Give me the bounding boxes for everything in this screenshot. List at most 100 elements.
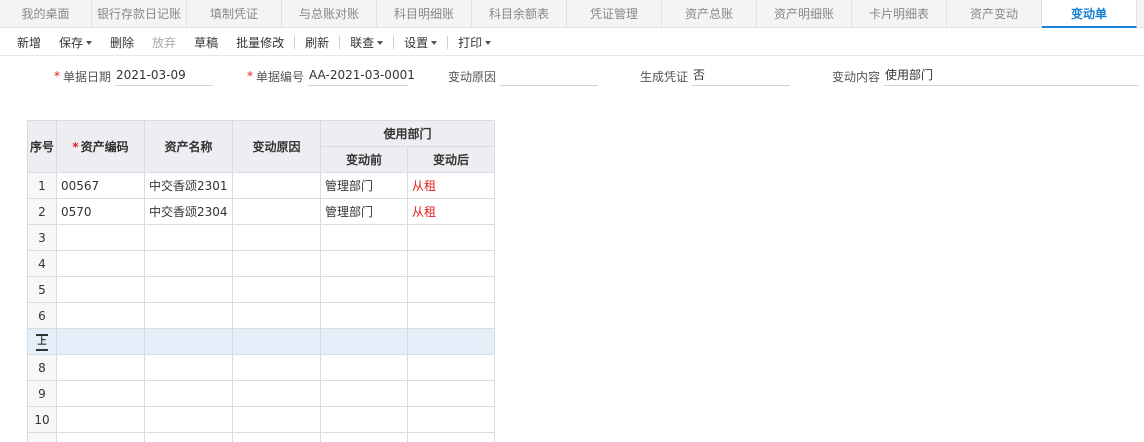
dept-after-cell[interactable]: 从租 [407, 198, 495, 225]
tab-item[interactable]: 变动单 [1042, 0, 1137, 28]
dept-before-cell[interactable] [320, 328, 408, 355]
tab-item[interactable]: 填制凭证 [187, 0, 282, 28]
change-reason-input[interactable] [500, 66, 599, 86]
dept-after-cell[interactable] [407, 380, 495, 407]
tab-item[interactable]: 科目余额表 [472, 0, 567, 28]
table-row[interactable]: 1 00567 中交香颂2301 管理部门 从租 [27, 172, 495, 199]
change-reason-cell[interactable] [232, 172, 321, 199]
table-row[interactable]: 9 [27, 380, 495, 407]
table-row[interactable]: 4 [27, 250, 495, 277]
change-reason-cell[interactable] [232, 432, 321, 442]
change-reason-cell[interactable] [232, 328, 321, 355]
asset-code-cell[interactable] [56, 276, 145, 303]
dept-before-cell[interactable] [320, 406, 408, 433]
batch-edit-button[interactable]: 批量修改 [227, 29, 293, 56]
doc-no-input[interactable]: AA-2021-03-0001 [308, 66, 415, 86]
table-row[interactable]: 2 0570 中交香颂2304 管理部门 从租 [27, 198, 495, 225]
doc-date-input[interactable]: 2021-03-09 [115, 66, 214, 86]
dept-after-cell[interactable] [407, 302, 495, 329]
asset-name-cell[interactable] [144, 432, 233, 442]
tab-item[interactable]: 资产明细账 [757, 0, 852, 28]
tab-item[interactable]: 资产变动 [947, 0, 1042, 28]
dept-before-cell[interactable] [320, 276, 408, 303]
asset-code-cell[interactable] [56, 250, 145, 277]
lookup-button[interactable]: 联查 [341, 29, 392, 56]
asset-name-cell[interactable] [144, 276, 233, 303]
print-button[interactable]: 打印 [449, 29, 500, 56]
change-reason-cell[interactable] [232, 302, 321, 329]
change-content-input[interactable]: 使用部门 [884, 66, 1140, 86]
insert-row-icon[interactable]: 上 [36, 333, 48, 351]
dept-after-cell[interactable]: 从租 [407, 172, 495, 199]
table-row[interactable]: 5 [27, 276, 495, 303]
asset-code-cell[interactable] [56, 302, 145, 329]
asset-name-cell[interactable] [144, 380, 233, 407]
change-reason-cell[interactable] [232, 406, 321, 433]
dept-after-cell[interactable] [407, 354, 495, 381]
dept-before-cell[interactable]: 管理部门 [320, 172, 408, 199]
asset-code-cell[interactable] [56, 432, 145, 442]
table-row[interactable]: 上 [27, 328, 495, 355]
change-reason-cell[interactable] [232, 276, 321, 303]
table-row[interactable] [27, 432, 495, 442]
change-reason-cell[interactable] [232, 354, 321, 381]
change-reason-cell[interactable] [232, 380, 321, 407]
change-reason-cell[interactable] [232, 250, 321, 277]
table-row[interactable]: 6 [27, 302, 495, 329]
asset-name-cell[interactable] [144, 250, 233, 277]
tab-item[interactable]: 银行存款日记账 [92, 0, 187, 28]
asset-code-cell[interactable]: 0570 [56, 198, 145, 225]
tab-item[interactable]: 科目明细账 [377, 0, 472, 28]
asset-code-cell[interactable] [56, 224, 145, 251]
asset-code-cell[interactable] [56, 354, 145, 381]
dept-before-cell[interactable] [320, 224, 408, 251]
change-reason-cell[interactable] [232, 224, 321, 251]
dept-after-cell[interactable] [407, 328, 495, 355]
dept-after-cell[interactable] [407, 224, 495, 251]
tab-item[interactable]: 与总账对账 [282, 0, 377, 28]
tab-item[interactable]: 卡片明细表 [852, 0, 947, 28]
settings-button[interactable]: 设置 [395, 29, 446, 56]
table-row[interactable]: 10 [27, 406, 495, 433]
col-header-before[interactable]: 变动前 [320, 146, 408, 173]
asset-code-cell[interactable] [56, 406, 145, 433]
new-button[interactable]: 新增 [8, 29, 50, 56]
asset-name-cell[interactable]: 中交香颂2304 [144, 198, 233, 225]
col-header-asset-code[interactable]: * 资产编码 [56, 120, 145, 173]
asset-name-cell[interactable] [144, 224, 233, 251]
dept-after-cell[interactable] [407, 276, 495, 303]
asset-name-cell[interactable]: 中交香颂2301 [144, 172, 233, 199]
abandon-button[interactable]: 放弃 [143, 29, 185, 56]
dept-after-cell[interactable] [407, 250, 495, 277]
change-reason-cell[interactable] [232, 198, 321, 225]
asset-name-cell[interactable] [144, 354, 233, 381]
tab-item[interactable]: 凭证管理 [567, 0, 662, 28]
col-header-asset-name[interactable]: 资产名称 [144, 120, 233, 173]
col-header-after[interactable]: 变动后 [407, 146, 495, 173]
gen-voucher-input[interactable]: 否 [692, 66, 791, 86]
asset-name-cell[interactable] [144, 328, 233, 355]
table-row[interactable]: 8 [27, 354, 495, 381]
asset-name-cell[interactable] [144, 406, 233, 433]
dept-after-cell[interactable] [407, 432, 495, 442]
asset-code-cell[interactable] [56, 380, 145, 407]
dept-before-cell[interactable] [320, 250, 408, 277]
col-header-change-reason[interactable]: 变动原因 [232, 120, 321, 173]
delete-button[interactable]: 删除 [101, 29, 143, 56]
draft-button[interactable]: 草稿 [185, 29, 227, 56]
asset-code-cell[interactable]: 00567 [56, 172, 145, 199]
asset-code-cell[interactable] [56, 328, 145, 355]
dept-before-cell[interactable] [320, 432, 408, 442]
table-row[interactable]: 3 [27, 224, 495, 251]
dept-before-cell[interactable] [320, 302, 408, 329]
refresh-button[interactable]: 刷新 [296, 29, 338, 56]
asset-name-cell[interactable] [144, 302, 233, 329]
tab-item[interactable]: 资产总账 [662, 0, 757, 28]
dept-after-cell[interactable] [407, 406, 495, 433]
tab-item[interactable]: 我的桌面 [0, 0, 92, 28]
save-button[interactable]: 保存 [50, 29, 101, 56]
row-seq-cell: 10 [27, 406, 57, 433]
dept-before-cell[interactable] [320, 354, 408, 381]
dept-before-cell[interactable] [320, 380, 408, 407]
dept-before-cell[interactable]: 管理部门 [320, 198, 408, 225]
